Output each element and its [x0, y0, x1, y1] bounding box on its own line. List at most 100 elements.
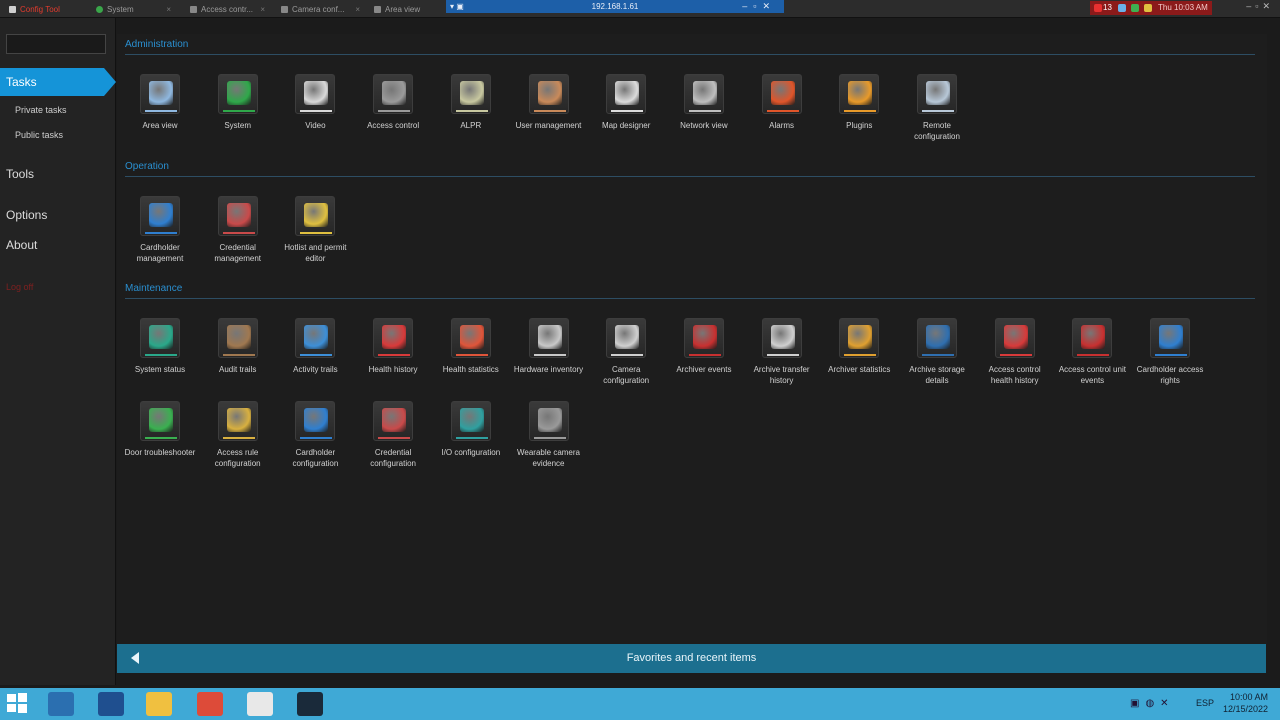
sidebar-item-options[interactable]: Options [6, 208, 47, 222]
icon-accent-bar [611, 354, 644, 356]
icon-accent-bar [300, 354, 333, 356]
task-tile-label: Hardware inventory [513, 365, 584, 374]
sidebar-item-tasks[interactable]: Tasks [0, 68, 116, 96]
icon-accent-bar [1077, 354, 1110, 356]
archiver-events-icon [683, 318, 724, 358]
windows-start-icon[interactable] [6, 692, 32, 716]
icon-accent-bar [222, 354, 255, 356]
credential-config-icon [373, 401, 414, 441]
config-tool-icon[interactable] [247, 692, 273, 716]
favorites-bar[interactable]: Favorites and recent items [117, 644, 1266, 673]
icon-glyph [226, 325, 251, 349]
task-tile-label: Access rule configuration [214, 448, 261, 468]
tab-camera-configuration[interactable]: Camera conf... × [278, 2, 362, 17]
unit-events-icon [1072, 318, 1113, 358]
search-input[interactable] [6, 34, 106, 54]
icon-glyph [304, 203, 329, 227]
server-manager-icon[interactable] [48, 692, 74, 716]
archive-transfer-icon [761, 318, 802, 358]
controller-health-icon [994, 318, 1035, 358]
tab-system[interactable]: System × [93, 2, 173, 17]
app-window: Config Tool System × Access contr... × C… [0, 0, 1280, 720]
icon-glyph [459, 325, 484, 349]
icon-accent-bar [611, 110, 644, 112]
tab-bar: Config Tool System × Access contr... × C… [0, 0, 1280, 18]
task-tile-label: Cardholder access rights [1136, 365, 1204, 385]
icon-glyph [226, 408, 251, 432]
sidebar-item-tools[interactable]: Tools [6, 167, 34, 181]
task-tile-label: Cardholder configuration [292, 448, 339, 468]
home-icon [9, 6, 16, 13]
area-view-icon [140, 74, 180, 114]
task-tile-label: Credential configuration [370, 448, 416, 468]
close-icon[interactable]: × [260, 2, 265, 17]
icon-glyph [226, 81, 251, 105]
powershell-icon[interactable] [98, 692, 124, 716]
icon-glyph [1081, 325, 1106, 349]
icon-accent-bar [378, 110, 411, 112]
security-desk-icon[interactable] [297, 692, 323, 716]
sidebar-item-logoff[interactable]: Log off [6, 282, 33, 292]
remote-window-controls[interactable]: –▫✕ [742, 0, 776, 13]
icon-accent-bar [455, 437, 488, 439]
icon-glyph [537, 408, 562, 432]
alarm-icon[interactable] [1094, 4, 1102, 12]
close-icon[interactable]: × [355, 2, 360, 17]
badge-star-icon [295, 196, 336, 236]
close-icon[interactable]: × [166, 2, 171, 17]
tab-area-view[interactable]: Area view [371, 2, 431, 17]
camera-doc-icon [281, 6, 288, 13]
file-explorer-icon[interactable] [146, 692, 172, 716]
icon-glyph [226, 203, 251, 227]
globe-icon [96, 6, 103, 13]
health-icon[interactable] [1131, 4, 1139, 12]
icon-glyph [537, 81, 562, 105]
clock-document-icon [295, 318, 336, 358]
window-controls[interactable]: –▫✕ [1246, 1, 1274, 12]
sidebar-item-private-tasks[interactable]: Private tasks [15, 105, 67, 115]
icon-accent-bar [300, 437, 333, 439]
icon-glyph [459, 81, 484, 105]
icon-accent-bar [222, 110, 255, 112]
chrome-icon[interactable] [197, 692, 223, 716]
section-title-administration: Administration [125, 39, 189, 50]
camera-icon [295, 74, 336, 114]
system-tray-icons[interactable]: ▣◍✕ [1130, 698, 1175, 709]
task-tile-label: Camera configuration [603, 365, 650, 385]
icon-glyph [304, 408, 329, 432]
license-plate-icon [450, 74, 491, 114]
pin-icon[interactable]: ▾ ▣ [450, 0, 464, 13]
remote-config-icon [917, 74, 957, 114]
task-tile-label: Activity trails [293, 365, 338, 374]
task-tile-label: ALPR [460, 121, 482, 130]
sidebar-item-about[interactable]: About [6, 238, 37, 252]
icon-glyph [848, 325, 873, 349]
tab-access-control[interactable]: Access contr... × [187, 2, 267, 17]
remote-session-bar[interactable]: ▾ ▣ 192.168.1.61 –▫✕ [446, 0, 784, 13]
notification-tray[interactable]: 13 Thu 10:03 AM [1090, 1, 1212, 15]
icon-accent-bar [300, 110, 333, 112]
icon-accent-bar [844, 110, 877, 112]
task-tile-label: Access control [367, 121, 420, 130]
tab-label: Area view [385, 5, 421, 14]
back-arrow-icon[interactable] [131, 652, 139, 664]
door-controller-icon [190, 6, 197, 13]
taskbar-clock[interactable]: 10:00 AM 12/15/2022 [1223, 691, 1268, 715]
task-tile-label: Door troubleshooter [124, 448, 196, 457]
tab-home[interactable]: Config Tool [6, 2, 82, 17]
language-indicator[interactable]: ESP [1196, 698, 1214, 708]
task-tile-label: System status [134, 365, 186, 374]
cardholder-icon [140, 196, 180, 236]
volume-icon[interactable] [1118, 4, 1126, 12]
icon-accent-bar [1155, 354, 1188, 356]
task-tile-label: Network view [680, 121, 728, 130]
task-tile-label: Archive storage details [909, 365, 965, 385]
sidebar-item-public-tasks[interactable]: Public tasks [15, 130, 63, 140]
icon-accent-bar [222, 437, 255, 439]
icon-glyph [382, 325, 407, 349]
tab-label: Config Tool [20, 5, 60, 14]
taskbar-date: 12/15/2022 [1222, 704, 1268, 714]
puzzle-icon [839, 74, 880, 114]
task-tile-label: Archive transfer history [753, 365, 810, 385]
status-icon[interactable] [1144, 4, 1152, 12]
